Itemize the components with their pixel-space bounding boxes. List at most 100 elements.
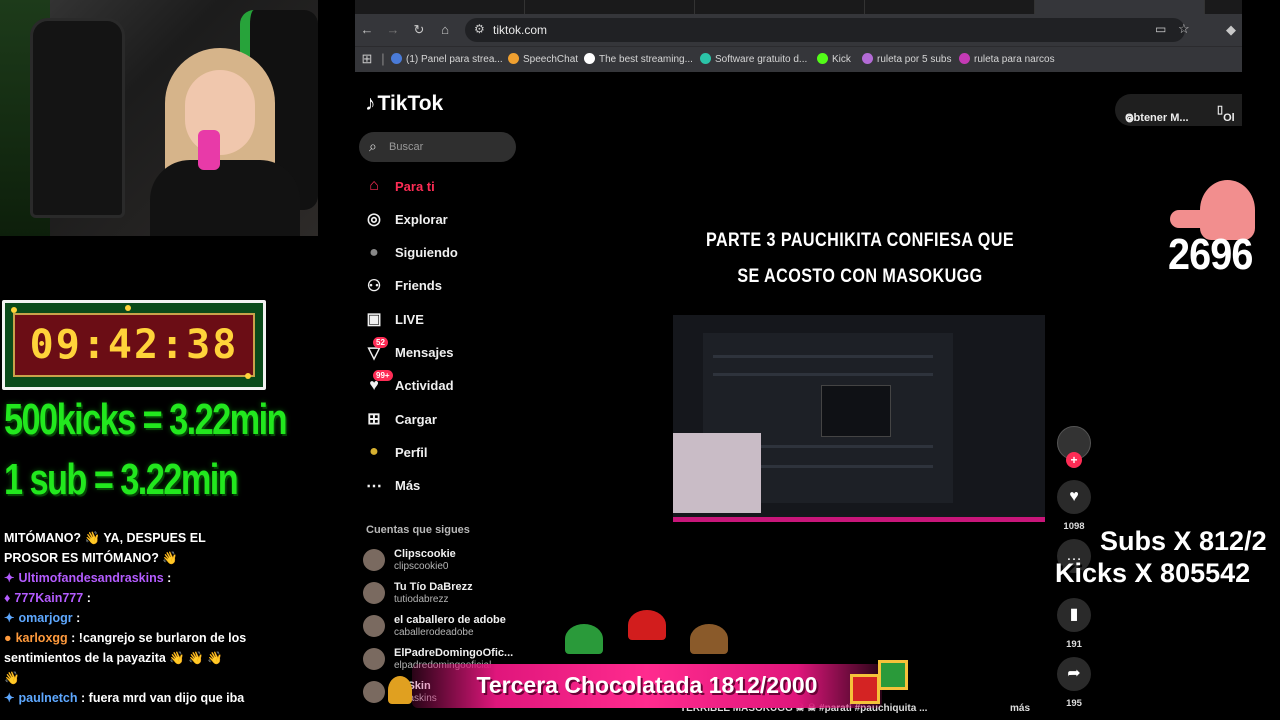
chat-text: MITÓMANO? 👋 YA, DESPUES EL bbox=[4, 531, 206, 545]
sidebar-item-para-ti[interactable]: ⌂ Para ti bbox=[363, 171, 513, 201]
chat-message: ✦ omarjogr : bbox=[0, 608, 330, 628]
sidebar-item-actividad[interactable]: ♥ 99+ Actividad bbox=[363, 369, 513, 401]
star-icon[interactable]: ☆ bbox=[1178, 21, 1190, 37]
sidebar-item-label: Friends bbox=[395, 278, 442, 294]
sidebar-item-friends[interactable]: ⚇ Friends bbox=[363, 271, 513, 301]
sidebar-item-mensajes[interactable]: ▽ 52 Mensajes bbox=[363, 336, 513, 368]
sidebar-item-cargar[interactable]: ⊞ Cargar bbox=[363, 404, 513, 434]
profile-icon: ● bbox=[369, 443, 379, 461]
chat-username[interactable]: 777Kain777 bbox=[14, 591, 83, 605]
sidebar-item-m-s[interactable]: ⋯ Más bbox=[363, 471, 513, 501]
bookmark-favicon-icon bbox=[508, 53, 519, 64]
home-icon[interactable]: ⌂ bbox=[437, 22, 453, 38]
kicks-counter: Kicks X 805542 bbox=[1055, 558, 1251, 588]
browser-tab-active[interactable] bbox=[1035, 0, 1205, 14]
sidebar-item-label: LIVE bbox=[395, 311, 424, 327]
timer-display: 09:42:38 bbox=[13, 313, 255, 377]
avatar bbox=[363, 681, 385, 703]
cast-icon[interactable]: ▭ bbox=[1155, 22, 1166, 36]
get-app-button[interactable]: ⊚ Obtener M... ▯ Ol bbox=[1115, 94, 1242, 126]
sidebar-item-label: Perfil bbox=[395, 444, 428, 460]
bookmark-favicon-icon bbox=[584, 53, 595, 64]
timer-value: 09:42:38 bbox=[29, 322, 239, 368]
search-box[interactable]: ⌕ bbox=[359, 132, 516, 162]
badge-icon: ● bbox=[4, 631, 12, 645]
chat-message: PROSOR ES MITÓMANO? 👋 bbox=[0, 548, 330, 568]
apps-icon[interactable]: ⊞ bbox=[359, 51, 375, 67]
bookmark-label: ruleta por 5 subs bbox=[877, 54, 952, 65]
video-player[interactable] bbox=[673, 315, 1045, 522]
bookmark-item[interactable]: ruleta para narcos bbox=[959, 53, 1055, 65]
browser-tab[interactable] bbox=[695, 0, 865, 14]
sidebar-item-explorar[interactable]: ◎ Explorar bbox=[363, 204, 513, 234]
following-account[interactable]: el caballero de adobe caballerodeadobe bbox=[363, 612, 523, 642]
url-text: tiktok.com bbox=[493, 23, 548, 37]
browser-tab[interactable] bbox=[355, 0, 525, 14]
reindeer-icon bbox=[690, 624, 728, 654]
chat-message: ✦ Ultimofandesandraskins : bbox=[0, 568, 330, 588]
badge-icon: ✦ bbox=[4, 691, 15, 705]
bookmark-item[interactable]: SpeechChat bbox=[508, 53, 578, 65]
gaming-chair bbox=[30, 18, 125, 218]
back-icon[interactable]: ← bbox=[359, 22, 375, 38]
chat-username[interactable]: Ultimofandesandraskins bbox=[18, 571, 163, 585]
chat-text: : bbox=[167, 571, 172, 585]
account-handle: caballerodeadobe bbox=[394, 627, 474, 638]
video-webcam bbox=[673, 433, 761, 513]
bookmark-label: SpeechChat bbox=[523, 54, 579, 65]
chocolatada-banner: Tercera Chocolatada 1812/2000 bbox=[412, 664, 882, 708]
stream-timer: 09:42:38 bbox=[2, 300, 266, 390]
account-handle: clipscookie0 bbox=[394, 561, 449, 572]
sidebar-item-label: Actividad bbox=[395, 378, 454, 394]
tiktok-logo[interactable]: ♪TikTok bbox=[365, 92, 443, 116]
bookmark-item[interactable]: Kick bbox=[817, 53, 851, 65]
sidebar-item-label: Cargar bbox=[395, 411, 437, 427]
bookmark-count: 191 bbox=[1066, 639, 1082, 650]
sidebar-item-perfil[interactable]: ● Perfil bbox=[363, 437, 513, 467]
bookmark-favicon-icon bbox=[959, 53, 970, 64]
following-account[interactable]: Tu Tío DaBrezz tutiodabrezz bbox=[363, 579, 523, 609]
following-account[interactable]: Clipscookie clipscookie0 bbox=[363, 546, 523, 576]
search-input[interactable] bbox=[389, 138, 509, 156]
bookmark-favicon-icon bbox=[862, 53, 873, 64]
address-bar[interactable]: ⚙ tiktok.com ▭ ☆ bbox=[465, 18, 1190, 42]
video-modal bbox=[821, 385, 891, 437]
live-icon: ▣ bbox=[366, 311, 382, 329]
account-name: ElPadreDomingoOfic... bbox=[394, 647, 514, 659]
goal-counter: 2696 bbox=[1168, 230, 1253, 279]
chat-username[interactable]: paulnetch bbox=[18, 691, 77, 705]
avatar bbox=[363, 615, 385, 637]
following-icon: ● bbox=[369, 243, 379, 261]
bookmark-icon[interactable]: ▮ bbox=[1057, 598, 1091, 632]
bookmark-label: ruleta para narcos bbox=[974, 54, 1055, 65]
pc-app-label[interactable]: ▯ Ol bbox=[1217, 103, 1235, 124]
bookmark-item[interactable]: (1) Panel para strea... bbox=[391, 53, 503, 65]
chat-username[interactable]: karloxgg bbox=[16, 631, 68, 645]
chat-text: : !cangrejo se burlaron de los bbox=[71, 631, 247, 645]
site-info-icon[interactable]: ⚙ bbox=[474, 22, 485, 36]
sidebar-item-siguiendo[interactable]: ● Siguiendo bbox=[363, 238, 513, 268]
sidebar-item-live[interactable]: ▣ LIVE bbox=[363, 304, 513, 334]
reload-icon[interactable]: ↻ bbox=[411, 22, 427, 38]
avatar bbox=[363, 648, 385, 670]
home-icon: ⌂ bbox=[369, 177, 379, 194]
share-icon[interactable]: ➦ bbox=[1057, 657, 1091, 691]
bookmark-item[interactable]: The best streaming... bbox=[584, 53, 693, 65]
browser-tab[interactable] bbox=[865, 0, 1035, 14]
ornament bbox=[125, 305, 131, 311]
heart-icon[interactable]: ♥ bbox=[1057, 480, 1091, 514]
bookmark-item[interactable]: ruleta por 5 subs bbox=[862, 53, 952, 65]
more-link[interactable]: más bbox=[1010, 703, 1030, 714]
forward-icon[interactable]: → bbox=[385, 22, 401, 38]
bookmark-label: Kick bbox=[832, 54, 851, 65]
bookmark-item[interactable]: Software gratuito d... bbox=[700, 53, 807, 65]
search-icon: ⌕ bbox=[369, 138, 377, 154]
chat-username[interactable]: omarjogr bbox=[18, 611, 72, 625]
messages-icon: ▽ 52 bbox=[363, 336, 388, 364]
following-title: Cuentas que sigues bbox=[366, 524, 470, 536]
browser-tab[interactable] bbox=[525, 0, 695, 14]
nav-bar: ← → ↻ ⌂ ⚙ tiktok.com ▭ ☆ ◆ bbox=[355, 14, 1242, 46]
follow-plus-icon[interactable]: + bbox=[1066, 452, 1082, 468]
chat-message: ♦ 777Kain777 : bbox=[0, 588, 330, 608]
extension-icon[interactable]: ◆ bbox=[1223, 22, 1239, 38]
